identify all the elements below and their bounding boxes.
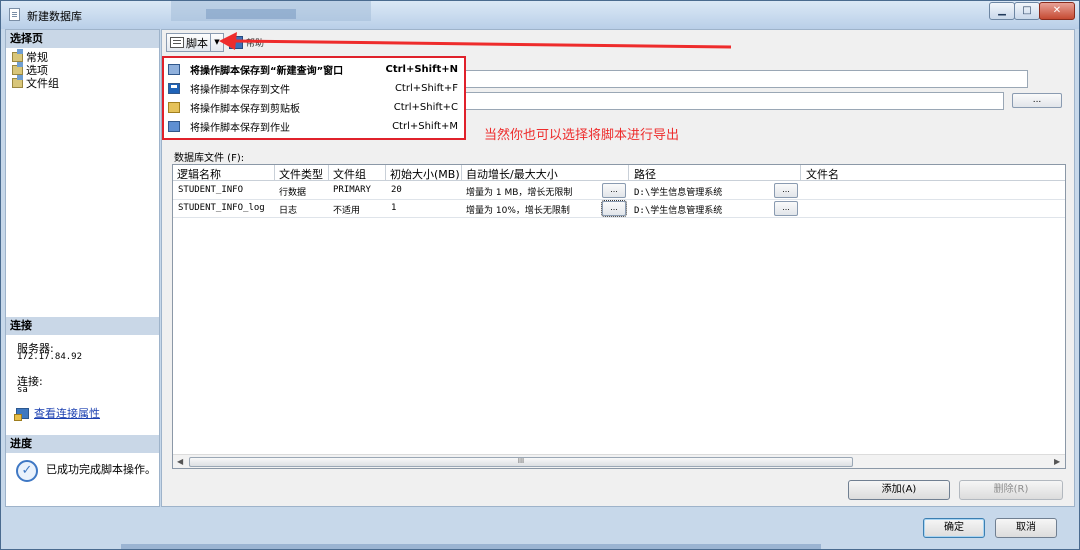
arrow-shaft [232, 39, 732, 49]
arrow-head [219, 32, 237, 50]
new-database-window: 新建数据库 ▁ □ ✕ 选择页 常规 选项 文件组 连接 服务器: 172.17… [0, 0, 1080, 550]
annotation-arrow [219, 32, 732, 50]
